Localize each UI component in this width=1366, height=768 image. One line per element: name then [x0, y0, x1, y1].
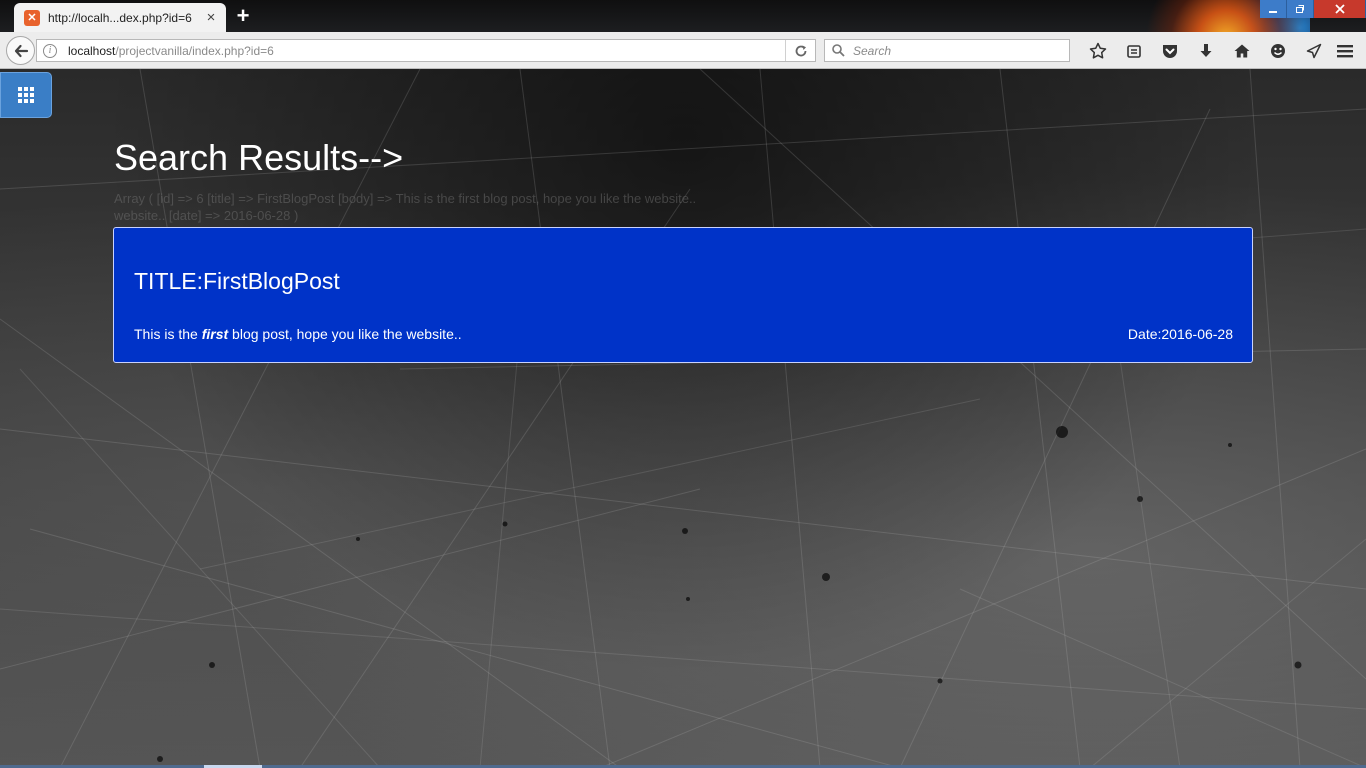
grid-icon	[18, 87, 34, 103]
search-placeholder: Search	[853, 43, 892, 58]
close-icon	[1334, 4, 1345, 14]
close-window-button[interactable]	[1314, 0, 1366, 18]
reload-icon	[795, 45, 806, 56]
download-icon[interactable]	[1188, 41, 1224, 61]
new-tab-plus-icon[interactable]: +	[232, 5, 254, 27]
post-body-start: This is the	[134, 326, 202, 342]
back-button[interactable]	[6, 36, 35, 65]
hamburger-menu-icon	[1337, 45, 1353, 58]
minimize-icon	[1269, 11, 1277, 13]
toolbar-icons	[1080, 41, 1332, 61]
url-bar[interactable]: i localhost/projectvanilla/index.php?id=…	[36, 39, 816, 62]
post-body-end: blog post, hope you like the website..	[228, 326, 462, 342]
debug-output-line-2: website.. [date] => 2016-06-28 )	[114, 208, 299, 223]
debug-output-line-1: Array ( [id] => 6 [title] => FirstBlogPo…	[114, 191, 697, 206]
post-body: This is the first blog post, hope you li…	[134, 326, 462, 342]
bookmark-star-icon[interactable]	[1080, 41, 1116, 61]
site-info-icon[interactable]: i	[43, 43, 57, 58]
search-icon	[832, 43, 845, 57]
back-arrow-icon	[14, 44, 28, 57]
hamburger-menu-button[interactable]	[1333, 41, 1357, 61]
search-bar[interactable]: Search	[824, 39, 1070, 62]
restore-icon	[1296, 5, 1304, 13]
page-viewport: Search Results--> Array ( [id] => 6 [tit…	[0, 69, 1366, 768]
post-body-emphasis: first	[201, 326, 229, 342]
url-host: localhost	[68, 43, 116, 58]
reading-list-icon[interactable]	[1116, 41, 1152, 61]
xampp-favicon-icon: ✕	[24, 9, 40, 26]
restore-button[interactable]	[1287, 0, 1314, 18]
home-icon[interactable]	[1224, 41, 1260, 61]
apps-grid-button[interactable]	[0, 72, 52, 118]
send-icon[interactable]	[1296, 41, 1332, 61]
post-date: Date:2016-06-28	[1127, 326, 1233, 342]
window-controls	[1260, 0, 1366, 18]
url-text[interactable]: localhost/projectvanilla/index.php?id=6	[68, 44, 785, 58]
minimize-button[interactable]	[1260, 0, 1287, 18]
blog-post-card: TITLE:FirstBlogPost This is the first bl…	[113, 227, 1253, 363]
post-title: TITLE:FirstBlogPost	[134, 268, 340, 294]
browser-tab-active[interactable]: ✕ http://localh...dex.php?id=6 ×	[14, 3, 226, 32]
tab-close-icon[interactable]: ×	[204, 10, 218, 25]
browser-titlebar: ✕ http://localh...dex.php?id=6 × +	[0, 0, 1366, 70]
pocket-icon[interactable]	[1152, 41, 1188, 61]
smiley-icon[interactable]	[1260, 41, 1296, 61]
tab-title: http://localh...dex.php?id=6	[48, 10, 192, 25]
reload-button[interactable]	[785, 40, 815, 61]
url-path: /projectvanilla/index.php?id=6	[115, 43, 274, 58]
page-heading: Search Results-->	[114, 137, 404, 178]
browser-navbar: i localhost/projectvanilla/index.php?id=…	[0, 32, 1366, 69]
